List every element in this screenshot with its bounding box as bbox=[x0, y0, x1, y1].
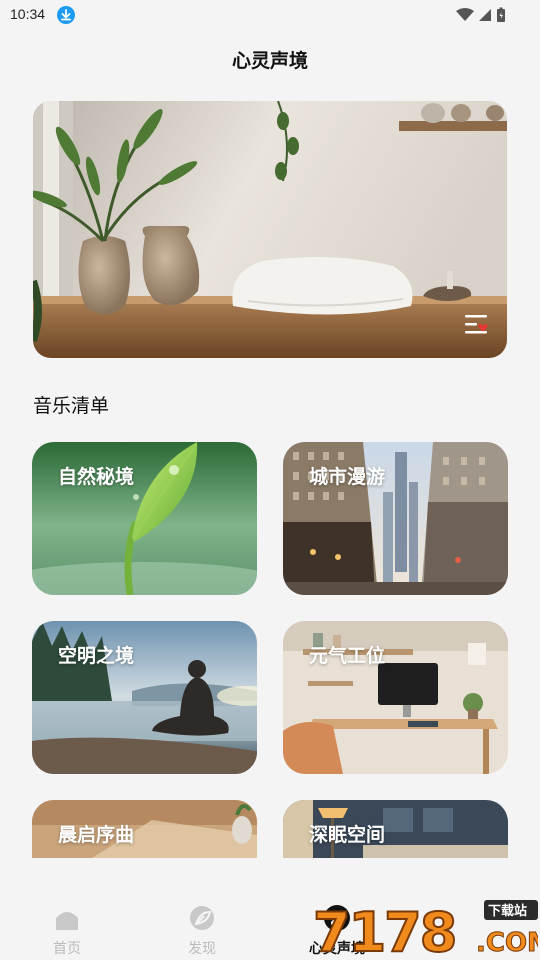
signal-icon bbox=[479, 9, 491, 21]
card-label: 城市漫游 bbox=[309, 466, 386, 488]
playlist-card-workspace[interactable]: 元气工位 bbox=[283, 621, 508, 774]
featured-banner[interactable] bbox=[33, 101, 507, 358]
tab-home[interactable]: 首页 bbox=[22, 904, 112, 958]
playlist-card-morning[interactable]: 晨启序曲 bbox=[32, 800, 257, 858]
status-bar: 10:34 bbox=[0, 0, 540, 32]
card-label: 深眠空间 bbox=[309, 824, 386, 846]
tab-label: 首页 bbox=[53, 941, 81, 957]
tab-label: 发现 bbox=[188, 941, 216, 957]
svg-text:.COM: .COM bbox=[476, 928, 538, 958]
download-notification-icon bbox=[57, 6, 75, 24]
card-label: 空明之境 bbox=[58, 645, 135, 667]
status-time: 10:34 bbox=[10, 6, 46, 22]
playlist-card-sleep[interactable]: 深眠空间 bbox=[283, 800, 508, 858]
card-label: 自然秘境 bbox=[58, 466, 135, 488]
page-title: 心灵声境 bbox=[231, 50, 308, 72]
section-title: 音乐清单 bbox=[33, 395, 110, 417]
site-watermark-logo: 7178 下载站 .COM bbox=[312, 900, 538, 958]
tab-discover[interactable]: 发现 bbox=[157, 904, 247, 958]
card-label: 晨启序曲 bbox=[58, 824, 135, 846]
playlist-card-nature[interactable]: 自然秘境 bbox=[32, 442, 257, 595]
system-icons bbox=[456, 7, 506, 23]
svg-text:下载站: 下载站 bbox=[488, 903, 527, 919]
wifi-icon bbox=[456, 8, 474, 21]
svg-text:7178: 7178 bbox=[313, 901, 455, 958]
playlist-card-city[interactable]: 城市漫游 bbox=[283, 442, 508, 595]
favorite-playlist-icon[interactable] bbox=[463, 312, 491, 338]
leaf-icon bbox=[190, 906, 214, 930]
playlist-card-meditation[interactable]: 空明之境 bbox=[32, 621, 257, 774]
home-icon bbox=[56, 912, 78, 930]
banner-image bbox=[33, 101, 507, 358]
battery-icon bbox=[497, 7, 505, 22]
card-label: 元气工位 bbox=[309, 645, 386, 667]
